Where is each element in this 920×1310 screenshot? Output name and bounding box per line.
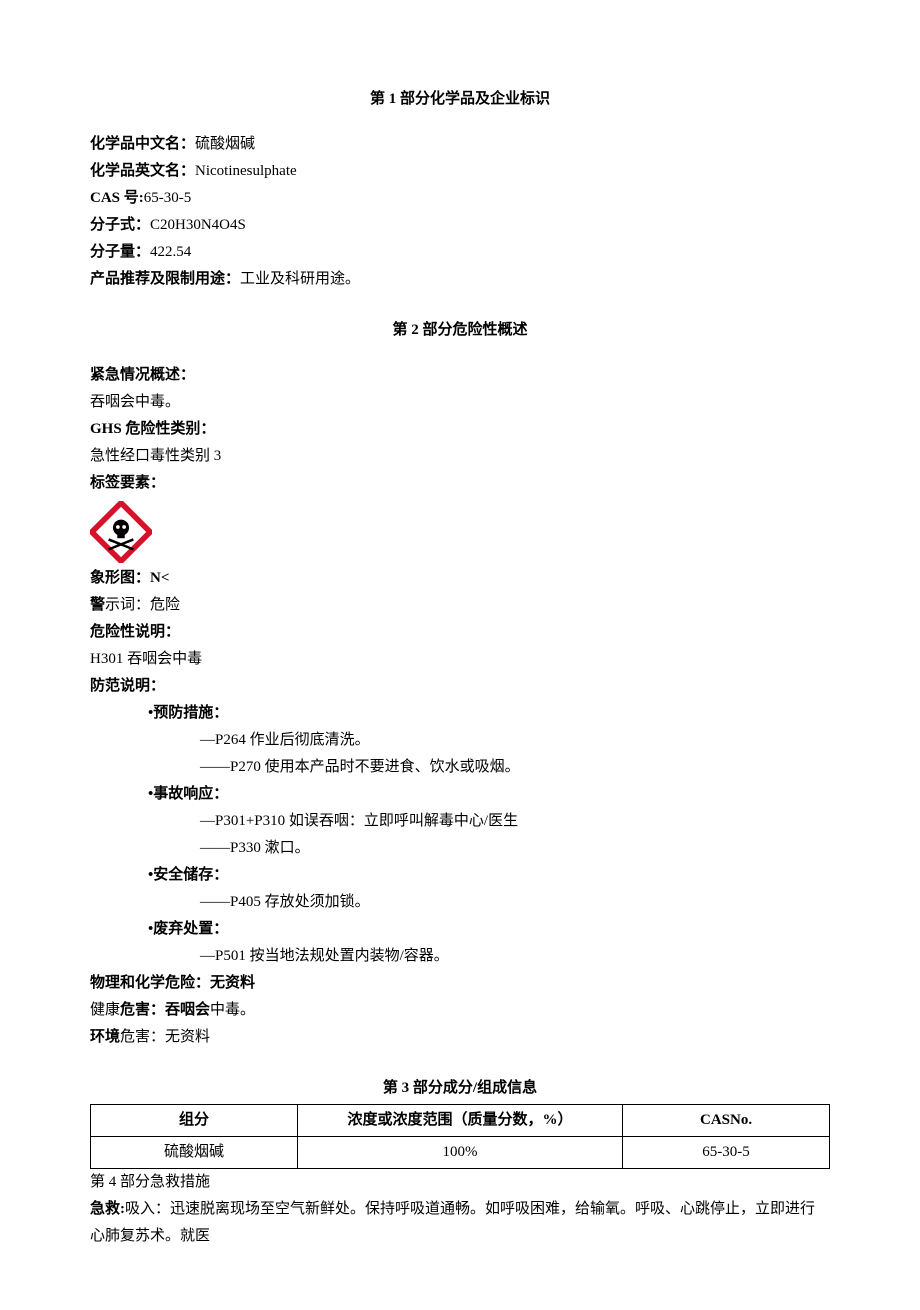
disposal-title: •废弃处置： <box>90 916 830 943</box>
prefix: 健康 <box>90 1002 120 1018</box>
value: 65-30-5 <box>144 190 192 206</box>
field-cn-name: 化学品中文名：硫酸烟碱 <box>90 131 830 158</box>
cell-cas: 65-30-5 <box>623 1137 830 1169</box>
label: 分子量： <box>90 244 150 260</box>
label: 化学品中文名： <box>90 136 195 152</box>
field-cas: CAS 号:65-30-5 <box>90 185 830 212</box>
label-part2: 示词： <box>105 597 150 613</box>
health-hazard: 健康危害：吞咽会中毒。 <box>90 997 830 1024</box>
label: 物理和化学危险： <box>90 975 210 991</box>
ghs-text: 急性经口毒性类别 3 <box>90 443 830 470</box>
table-row: 硫酸烟碱 100% 65-30-5 <box>91 1137 830 1169</box>
text: 迅速脱离现场至空气新鲜处。保持呼吸道通畅。如呼吸困难，给输氧。呼吸、心跳停止，立… <box>90 1201 815 1244</box>
field-en-name: 化学品英文名：Nicotinesulphate <box>90 158 830 185</box>
section2-title: 第 2 部分危险性概述 <box>90 317 830 344</box>
value: Nicotinesulphate <box>195 163 297 179</box>
label: 危害：吞咽会 <box>120 1002 210 1018</box>
label: CAS 号: <box>90 190 144 206</box>
cell-component: 硫酸烟碱 <box>91 1137 298 1169</box>
value: 中毒。 <box>210 1002 255 1018</box>
emergency-text: 吞咽会中毒。 <box>90 389 830 416</box>
value: N< <box>150 570 169 586</box>
cell-concentration: 100% <box>297 1137 622 1169</box>
response-title: •事故响应： <box>90 781 830 808</box>
first-aid: 急救:吸入：迅速脱离现场至空气新鲜处。保持呼吸道通畅。如呼吸困难，给输氧。呼吸、… <box>90 1196 830 1250</box>
label: 分子式： <box>90 217 150 233</box>
field-mw: 分子量：422.54 <box>90 239 830 266</box>
value: 无资料 <box>165 1029 210 1045</box>
storage-item: ——P405 存放处须加锁。 <box>90 889 830 916</box>
route: 吸入： <box>125 1201 170 1217</box>
ghs-skull-pictogram-icon <box>90 501 152 563</box>
section3-title: 第 3 部分成分/组成信息 <box>90 1075 830 1102</box>
disposal-item: —P501 按当地法规处置内装物/容器。 <box>90 943 830 970</box>
hazard-stmt: H301 吞咽会中毒 <box>90 646 830 673</box>
pictogram-line: 象形图：N< <box>90 565 830 592</box>
value: 422.54 <box>150 244 191 260</box>
composition-table: 组分 浓度或浓度范围（质量分数，%） CASNo. 硫酸烟碱 100% 65-3… <box>90 1104 830 1169</box>
env-hazard: 环境危害：无资料 <box>90 1024 830 1051</box>
field-use: 产品推荐及限制用途：工业及科研用途。 <box>90 266 830 293</box>
label: 急救: <box>90 1201 125 1217</box>
signal-word: 警示词：危险 <box>90 592 830 619</box>
response-item: —P301+P310 如误吞咽：立即呼叫解毒中心/医生 <box>90 808 830 835</box>
col-concentration: 浓度或浓度范围（质量分数，%） <box>297 1105 622 1137</box>
col-cas: CASNo. <box>623 1105 830 1137</box>
prevent-item: —P264 作业后彻底清洗。 <box>90 727 830 754</box>
storage-title: •安全储存： <box>90 862 830 889</box>
label1: 环境 <box>90 1029 120 1045</box>
label: 产品推荐及限制用途： <box>90 271 240 287</box>
label-part1: 警 <box>90 597 105 613</box>
emergency-label: 紧急情况概述： <box>90 362 830 389</box>
prevent-item: ——P270 使用本产品时不要进食、饮水或吸烟。 <box>90 754 830 781</box>
value: 硫酸烟碱 <box>195 136 255 152</box>
tag-label: 标签要素： <box>90 470 830 497</box>
field-formula: 分子式：C20H30N4O4S <box>90 212 830 239</box>
col-component: 组分 <box>91 1105 298 1137</box>
section4-title: 第 4 部分急救措施 <box>90 1169 830 1196</box>
hazard-stmt-label: 危险性说明： <box>90 619 830 646</box>
precaution-label: 防范说明： <box>90 673 830 700</box>
table-header-row: 组分 浓度或浓度范围（质量分数，%） CASNo. <box>91 1105 830 1137</box>
response-item: ——P330 漱口。 <box>90 835 830 862</box>
prevent-title: •预防措施： <box>90 700 830 727</box>
label: 化学品英文名： <box>90 163 195 179</box>
phys-chem: 物理和化学危险：无资料 <box>90 970 830 997</box>
value: C20H30N4O4S <box>150 217 246 233</box>
value: 危险 <box>150 597 180 613</box>
label2: 危害： <box>120 1029 165 1045</box>
value: 无资料 <box>210 975 255 991</box>
value: 工业及科研用途。 <box>240 271 360 287</box>
ghs-label: GHS 危险性类别： <box>90 416 830 443</box>
label: 象形图： <box>90 570 150 586</box>
section1-title: 第 1 部分化学品及企业标识 <box>90 86 830 113</box>
